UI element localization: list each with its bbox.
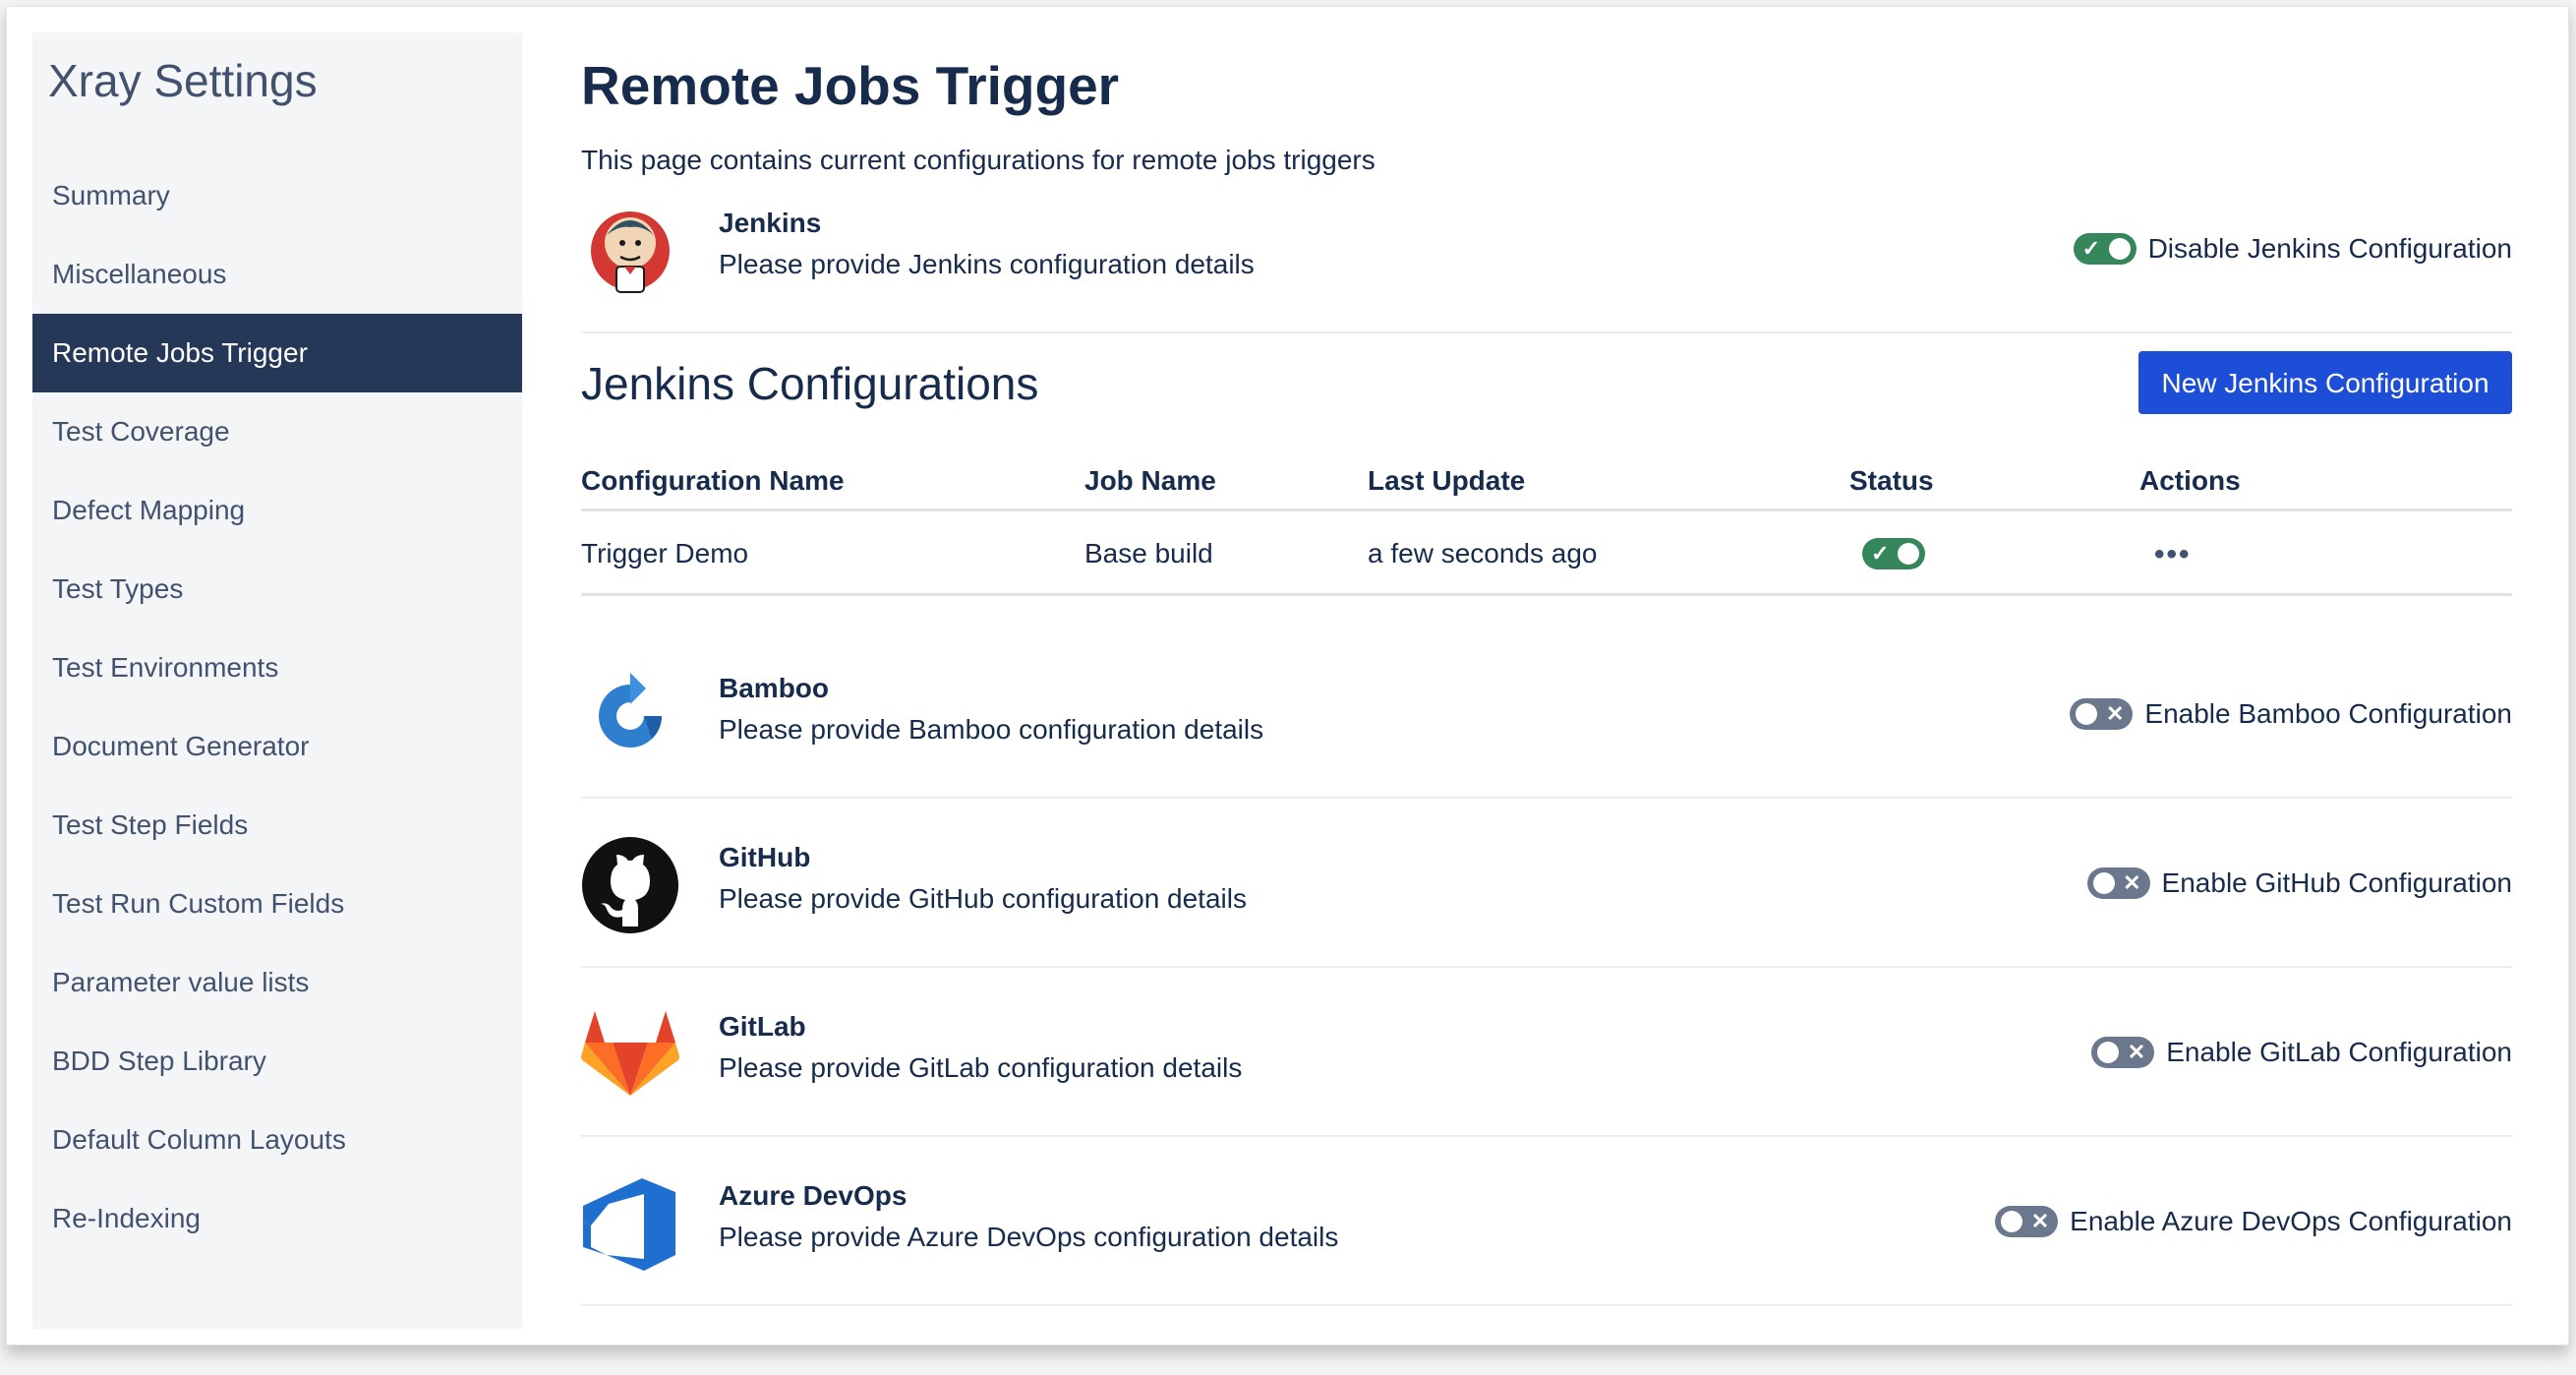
provider-azure-devops: Azure DevOps Please provide Azure DevOps…	[581, 1137, 2512, 1306]
sidebar-item-test-run-custom-fields[interactable]: Test Run Custom Fields	[32, 865, 522, 943]
toggle-label: Enable GitLab Configuration	[2166, 1037, 2512, 1067]
provider-jenkins: Jenkins Please provide Jenkins configura…	[581, 164, 2512, 333]
provider-name: GitLab	[719, 1011, 806, 1042]
gitlab-logo-icon	[581, 1005, 679, 1104]
check-icon: ✓	[1871, 541, 1890, 566]
row-status-toggle[interactable]: ✓	[1862, 538, 1925, 569]
sidebar-item-bdd-step-library[interactable]: BDD Step Library	[32, 1022, 522, 1101]
toggle-label: Enable GitHub Configuration	[2161, 867, 2512, 898]
toggle-knob	[1898, 543, 1919, 565]
column-header-actions: Actions	[2139, 465, 2241, 496]
provider-description: Please provide Bamboo configuration deta…	[719, 714, 1264, 745]
sidebar-item-test-step-fields[interactable]: Test Step Fields	[32, 786, 522, 865]
table-header-divider	[581, 508, 2512, 511]
divider	[581, 1304, 2512, 1306]
toggle-label: Enable Bamboo Configuration	[2144, 698, 2512, 729]
azure-devops-toggle-control: ✕ Enable Azure DevOps Configuration	[1995, 1206, 2512, 1237]
provider-name: Bamboo	[719, 673, 829, 703]
provider-name: Azure DevOps	[719, 1180, 907, 1211]
disable-jenkins-toggle[interactable]: ✓	[2073, 233, 2137, 265]
column-header-status: Status	[1849, 465, 1934, 496]
enable-bamboo-toggle[interactable]: ✕	[2070, 698, 2134, 730]
provider-description: Please provide GitLab configuration deta…	[719, 1052, 1243, 1083]
provider-bamboo: Bamboo Please provide Bamboo configurati…	[581, 629, 2512, 799]
github-toggle-control: ✕ Enable GitHub Configuration	[2086, 867, 2512, 899]
column-header-last-update: Last Update	[1368, 465, 1526, 496]
main-content: Remote Jobs Trigger This page contains c…	[581, 7, 2512, 1375]
toggle-knob	[2001, 1211, 2023, 1232]
provider-gitlab: GitLab Please provide GitLab configurati…	[581, 968, 2512, 1137]
sidebar-item-summary[interactable]: Summary	[32, 156, 522, 235]
column-header-job-name: Job Name	[1084, 465, 1216, 496]
app-window: Xray Settings Summary Miscellaneous Remo…	[6, 6, 2569, 1345]
enable-github-toggle[interactable]: ✕	[2086, 867, 2150, 899]
cross-icon: ✕	[2127, 1040, 2146, 1064]
cross-icon: ✕	[2030, 1209, 2050, 1233]
sidebar-item-parameter-value-lists[interactable]: Parameter value lists	[32, 943, 522, 1022]
sidebar-item-re-indexing[interactable]: Re-Indexing	[32, 1179, 522, 1258]
enable-gitlab-toggle[interactable]: ✕	[2091, 1037, 2155, 1068]
enable-azure-devops-toggle[interactable]: ✕	[1995, 1206, 2059, 1237]
github-logo-icon	[581, 836, 679, 934]
more-actions-icon[interactable]: •••	[2154, 538, 2192, 571]
sidebar-item-test-types[interactable]: Test Types	[32, 550, 522, 628]
provider-name: Jenkins	[719, 208, 822, 238]
sidebar-item-miscellaneous[interactable]: Miscellaneous	[32, 235, 522, 314]
toggle-label: Disable Jenkins Configuration	[2147, 233, 2512, 264]
column-header-configuration-name: Configuration Name	[581, 465, 845, 496]
provider-description: Please provide Azure DevOps configuratio…	[719, 1222, 1339, 1252]
gitlab-toggle-control: ✕ Enable GitLab Configuration	[2091, 1037, 2512, 1068]
cross-icon: ✕	[2105, 701, 2125, 726]
bamboo-toggle-control: ✕ Enable Bamboo Configuration	[2070, 698, 2512, 730]
bamboo-logo-icon	[581, 667, 679, 765]
sidebar-item-remote-jobs-trigger[interactable]: Remote Jobs Trigger	[32, 314, 522, 392]
sidebar-item-test-coverage[interactable]: Test Coverage	[32, 392, 522, 471]
azure-devops-logo-icon	[581, 1174, 679, 1273]
sidebar-item-defect-mapping[interactable]: Defect Mapping	[32, 471, 522, 550]
provider-name: GitHub	[719, 842, 811, 872]
cross-icon: ✕	[2123, 870, 2141, 895]
cell-last-update: a few seconds ago	[1368, 538, 1598, 568]
toggle-knob	[2076, 703, 2098, 725]
cell-job-name: Base build	[1084, 538, 1213, 568]
new-jenkins-configuration-button[interactable]: New Jenkins Configuration	[2138, 351, 2512, 414]
table-row-divider	[581, 593, 2512, 596]
provider-description: Please provide Jenkins configuration det…	[719, 249, 1255, 279]
provider-description: Please provide GitHub configuration deta…	[719, 883, 1247, 914]
jenkins-logo-icon	[581, 202, 679, 300]
divider	[581, 331, 2512, 333]
sidebar-item-default-column-layouts[interactable]: Default Column Layouts	[32, 1101, 522, 1179]
sidebar-title: Xray Settings	[48, 55, 318, 106]
sidebar-item-test-environments[interactable]: Test Environments	[32, 628, 522, 707]
provider-github: GitHub Please provide GitHub configurati…	[581, 799, 2512, 968]
check-icon: ✓	[2081, 236, 2100, 261]
settings-sidebar: Xray Settings Summary Miscellaneous Remo…	[32, 32, 522, 1329]
page-title: Remote Jobs Trigger	[581, 55, 1120, 116]
jenkins-configurations-title: Jenkins Configurations	[581, 358, 1039, 409]
toggle-knob	[2108, 238, 2131, 260]
cell-configuration-name[interactable]: Trigger Demo	[581, 538, 748, 569]
toggle-knob	[2092, 872, 2115, 894]
jenkins-toggle-control: ✓ Disable Jenkins Configuration	[2073, 233, 2512, 265]
sidebar-item-document-generator[interactable]: Document Generator	[32, 707, 522, 786]
toggle-knob	[2097, 1042, 2120, 1063]
toggle-label: Enable Azure DevOps Configuration	[2070, 1206, 2512, 1236]
